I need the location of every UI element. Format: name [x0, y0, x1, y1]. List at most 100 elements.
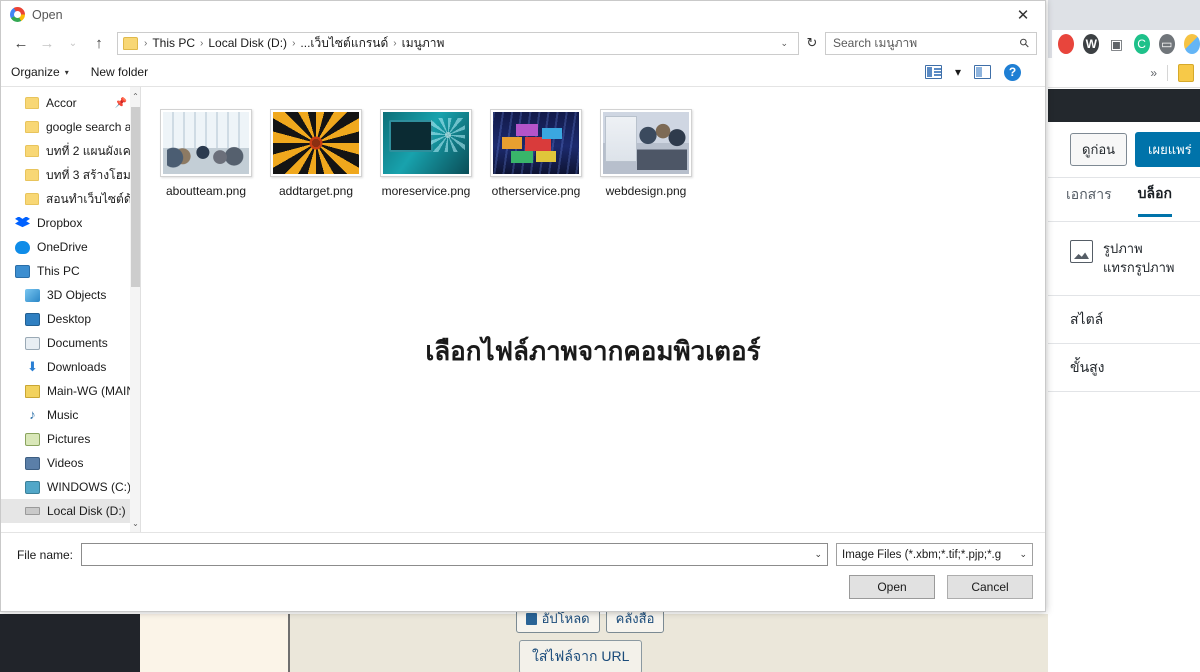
sidebar-item-6[interactable]: OneDrive: [1, 235, 141, 259]
help-icon[interactable]: ?: [1004, 63, 1021, 81]
search-placeholder: Search เมนูภาพ: [833, 35, 918, 50]
image-icon[interactable]: [1183, 34, 1200, 54]
sidebar-item-label: Music: [47, 408, 79, 422]
file-item[interactable]: moreservice.png: [371, 109, 481, 198]
refresh-icon[interactable]: ↻: [801, 32, 823, 55]
pin-icon[interactable]: 📌: [115, 98, 127, 109]
breadcrumb-item-this-pc[interactable]: This PC: [149, 36, 198, 50]
file-thumbnail: [380, 109, 472, 177]
3d-objects-icon: [25, 288, 40, 302]
chrome-icon: [10, 7, 25, 22]
tab-document[interactable]: เอกสาร: [1066, 184, 1112, 215]
breadcrumb[interactable]: › This PC › Local Disk (D:) › ...เว็บไซต…: [117, 31, 799, 55]
image-block-icon: [1070, 240, 1093, 263]
panel-advanced[interactable]: ขั้นสูง: [1048, 344, 1200, 392]
folder-icon: [25, 193, 39, 205]
file-item[interactable]: webdesign.png: [591, 109, 701, 198]
recent-locations-button[interactable]: ⌄: [61, 31, 85, 55]
view-controls: ▾ ?: [924, 63, 1035, 81]
breadcrumb-separator: ›: [393, 37, 397, 49]
sidebar-scroll-thumb[interactable]: [131, 107, 140, 287]
browser-bookmarks-bar: »: [1048, 58, 1200, 88]
sidebar-item-3[interactable]: บทที่ 3 สร้างโฮมเพจ: [1, 163, 141, 187]
sidebar-item-13[interactable]: ♪ Music: [1, 403, 141, 427]
sidebar-item-label: OneDrive: [37, 240, 88, 254]
file-thumbnail: [270, 109, 362, 177]
panel-styles[interactable]: สไตล์: [1048, 296, 1200, 344]
sidebar-item-9[interactable]: Desktop: [1, 307, 141, 331]
sidebar-item-1[interactable]: google search a: [1, 115, 141, 139]
folder-icon: [25, 145, 39, 157]
dialog-body: Accor 📌 google search a บทที่ 2 แผนผังเครือ…: [1, 86, 1045, 532]
sidebar-item-label: Documents: [47, 336, 108, 350]
open-button[interactable]: Open: [849, 575, 935, 599]
up-button[interactable]: ↑: [87, 31, 111, 55]
back-button[interactable]: ←: [9, 31, 33, 55]
chevron-down-icon[interactable]: ▾: [955, 65, 961, 79]
sidebar-item-label: บทที่ 3 สร้างโฮมเพจ: [46, 167, 141, 182]
downloads-icon: ⬇: [27, 358, 38, 374]
cancel-button[interactable]: Cancel: [947, 575, 1033, 599]
chevron-down-icon: ▾: [64, 67, 69, 77]
close-icon[interactable]: ✕: [1001, 1, 1045, 28]
filename-label: File name:: [16, 547, 73, 562]
chevron-down-icon[interactable]: ⌄: [773, 38, 795, 49]
sidebar-item-8[interactable]: 3D Objects: [1, 283, 141, 307]
sidebar-item-0[interactable]: Accor 📌: [1, 91, 141, 115]
navigation-sidebar[interactable]: Accor 📌 google search a บทที่ 2 แผนผังเครือ…: [1, 87, 141, 532]
wordpress-icon[interactable]: W: [1083, 34, 1100, 54]
camera-icon[interactable]: ▣: [1108, 34, 1124, 54]
file-list-pane[interactable]: aboutteam.png addtarget.png moreservice.pn…: [141, 87, 1045, 532]
filename-row: File name: ⌄ Image Files (*.xbm;*.tif;*.…: [13, 543, 1033, 566]
sidebar-item-label: Desktop: [47, 312, 92, 326]
chevron-down-icon[interactable]: ⌄: [814, 549, 822, 560]
sidebar-item-11[interactable]: ⬇ Downloads: [1, 355, 141, 379]
upload-icon: [525, 612, 537, 625]
sidebar-item-14[interactable]: Pictures: [1, 427, 141, 451]
sidebar-item-10[interactable]: Documents: [1, 331, 141, 355]
sidebar-item-5[interactable]: Dropbox: [1, 211, 141, 235]
sidebar-item-4[interactable]: สอนทำเว็บไซต์ด้วย: [1, 187, 141, 211]
publish-button[interactable]: เผยแพร่: [1135, 132, 1200, 167]
breadcrumb-separator: ›: [144, 37, 148, 49]
windows-drive-icon: [25, 480, 40, 494]
folder-icon: [25, 169, 39, 181]
file-item[interactable]: otherservice.png: [481, 109, 591, 198]
file-item[interactable]: aboutteam.png: [151, 109, 261, 198]
forward-button[interactable]: →: [35, 31, 59, 55]
sidebar-item-17[interactable]: Local Disk (D:): [1, 499, 141, 523]
folder-icon: [25, 97, 39, 109]
search-input[interactable]: Search เมนูภาพ ⚲: [825, 31, 1037, 55]
insert-from-url-button[interactable]: ใส่ไฟล์จาก URL: [519, 640, 643, 672]
breadcrumb-item-current[interactable]: เมนูภาพ: [399, 34, 448, 53]
usb-drive-icon: [25, 384, 40, 398]
sidebar-item-2[interactable]: บทที่ 2 แผนผังเครือ: [1, 139, 141, 163]
file-type-select[interactable]: Image Files (*.xbm;*.tif;*.pjp;*.g ⌄: [836, 543, 1033, 566]
breadcrumb-item-website[interactable]: ...เว็บไซต์แกรนด์: [297, 34, 391, 53]
ext-red-icon[interactable]: [1058, 34, 1075, 54]
sidebar-item-12[interactable]: Main-WG (MAIN: [1, 379, 141, 403]
file-item[interactable]: addtarget.png: [261, 109, 371, 198]
tab-block[interactable]: บล็อก: [1137, 183, 1172, 217]
breadcrumb-item-local-disk[interactable]: Local Disk (D:): [205, 36, 290, 50]
sidebar-item-15[interactable]: Videos: [1, 451, 141, 475]
grey-chat-icon[interactable]: ▭: [1158, 34, 1175, 54]
sidebar-item-7[interactable]: This PC: [1, 259, 141, 283]
green-circle-icon[interactable]: C: [1133, 34, 1150, 54]
dialog-title: Open: [32, 7, 63, 22]
overflow-chevron-icon[interactable]: »: [1150, 66, 1157, 80]
layout-icon[interactable]: [924, 65, 942, 79]
wp-sidebar-rest: [1048, 392, 1200, 672]
preview-button[interactable]: ดูก่อน: [1070, 133, 1128, 166]
strip-cream-block: [140, 614, 288, 672]
bookmark-folder-icon[interactable]: [1178, 63, 1194, 82]
new-folder-button[interactable]: New folder: [91, 65, 148, 79]
folder-icon: [123, 36, 138, 50]
organize-button[interactable]: Organize ▾: [11, 65, 69, 79]
sidebar-item-16[interactable]: WINDOWS (C:): [1, 475, 141, 499]
file-name-label: addtarget.png: [278, 184, 354, 198]
strip-dark-block: [0, 614, 140, 672]
preview-pane-icon[interactable]: [974, 65, 991, 79]
search-icon: ⚲: [1016, 34, 1033, 52]
filename-input[interactable]: ⌄: [81, 543, 828, 566]
